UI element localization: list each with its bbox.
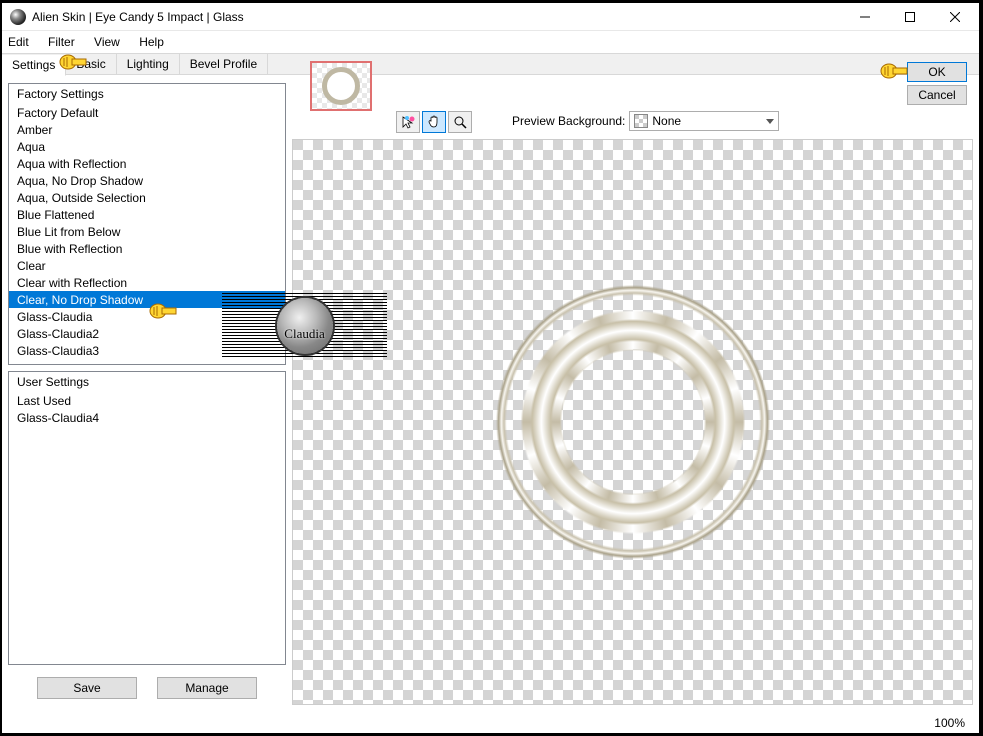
- hand-tool[interactable]: [422, 111, 446, 133]
- list-item[interactable]: Factory Default: [9, 104, 285, 121]
- glass-ring-preview: [443, 232, 823, 612]
- titlebar: Alien Skin | Eye Candy 5 Impact | Glass: [2, 3, 979, 31]
- list-item[interactable]: Clear with Reflection: [9, 274, 285, 291]
- menu-view[interactable]: View: [94, 35, 120, 49]
- zoom-icon: [453, 115, 467, 129]
- app-window: Alien Skin | Eye Candy 5 Impact | Glass …: [1, 2, 980, 734]
- content-area: Factory Settings Factory DefaultAmberAqu…: [8, 83, 973, 705]
- preview-background-row: Preview Background: None: [512, 111, 779, 131]
- hand-icon: [427, 115, 441, 129]
- app-icon: [10, 9, 26, 25]
- menu-edit[interactable]: Edit: [8, 35, 29, 49]
- pointer-icon: [401, 115, 415, 129]
- ok-button[interactable]: OK: [907, 62, 967, 82]
- window-title: Alien Skin | Eye Candy 5 Impact | Glass: [32, 10, 842, 24]
- checker-swatch-icon: [634, 114, 648, 128]
- preview-area[interactable]: [292, 139, 973, 705]
- preview-panel: Preview Background: None: [292, 83, 973, 705]
- list-item[interactable]: Blue Flattened: [9, 206, 285, 223]
- list-item[interactable]: Blue Lit from Below: [9, 223, 285, 240]
- list-item[interactable]: Aqua with Reflection: [9, 155, 285, 172]
- list-item[interactable]: Aqua: [9, 138, 285, 155]
- save-button[interactable]: Save: [37, 677, 137, 699]
- list-item[interactable]: Aqua, Outside Selection: [9, 189, 285, 206]
- tab-bevel-profile[interactable]: Bevel Profile: [180, 54, 268, 74]
- user-settings-list[interactable]: User Settings Last UsedGlass-Claudia4: [8, 371, 286, 665]
- list-item[interactable]: Aqua, No Drop Shadow: [9, 172, 285, 189]
- manage-button[interactable]: Manage: [157, 677, 257, 699]
- list-item[interactable]: Clear: [9, 257, 285, 274]
- minimize-button[interactable]: [842, 4, 887, 30]
- user-settings-header: User Settings: [9, 372, 285, 392]
- close-button[interactable]: [932, 4, 977, 30]
- preview-tools: [396, 111, 472, 133]
- zoom-level: 100%: [934, 716, 965, 730]
- maximize-button[interactable]: [887, 4, 932, 30]
- factory-settings-header: Factory Settings: [9, 84, 285, 104]
- thumb-ring-icon: [322, 67, 360, 105]
- watermark-logo: Claudia: [277, 298, 333, 354]
- tabbar: Settings Basic Lighting Bevel Profile: [2, 53, 979, 75]
- tab-settings[interactable]: Settings: [2, 55, 66, 76]
- menu-filter[interactable]: Filter: [48, 35, 75, 49]
- watermark-text: Claudia: [277, 326, 333, 342]
- list-item[interactable]: Glass-Claudia4: [9, 409, 285, 426]
- hand-pointer-icon: [58, 51, 88, 73]
- pointer-tool[interactable]: [396, 111, 420, 133]
- preview-bg-label: Preview Background:: [512, 114, 625, 128]
- hand-pointer-icon: [148, 300, 178, 322]
- tab-lighting[interactable]: Lighting: [117, 54, 180, 74]
- panel-buttons: Save Manage: [8, 671, 286, 705]
- preview-bg-value: None: [652, 114, 681, 128]
- zoom-tool[interactable]: [448, 111, 472, 133]
- settings-panel: Factory Settings Factory DefaultAmberAqu…: [8, 83, 286, 705]
- preview-thumbnail[interactable]: [310, 61, 372, 111]
- list-item[interactable]: Last Used: [9, 392, 285, 409]
- hand-pointer-icon: [879, 60, 909, 82]
- watermark: Claudia: [222, 293, 387, 359]
- preview-bg-select[interactable]: None: [629, 111, 779, 131]
- menubar: Edit Filter View Help: [2, 31, 979, 53]
- thumbnail-row: [310, 61, 372, 111]
- list-item[interactable]: Amber: [9, 121, 285, 138]
- list-item[interactable]: Blue with Reflection: [9, 240, 285, 257]
- menu-help[interactable]: Help: [139, 35, 164, 49]
